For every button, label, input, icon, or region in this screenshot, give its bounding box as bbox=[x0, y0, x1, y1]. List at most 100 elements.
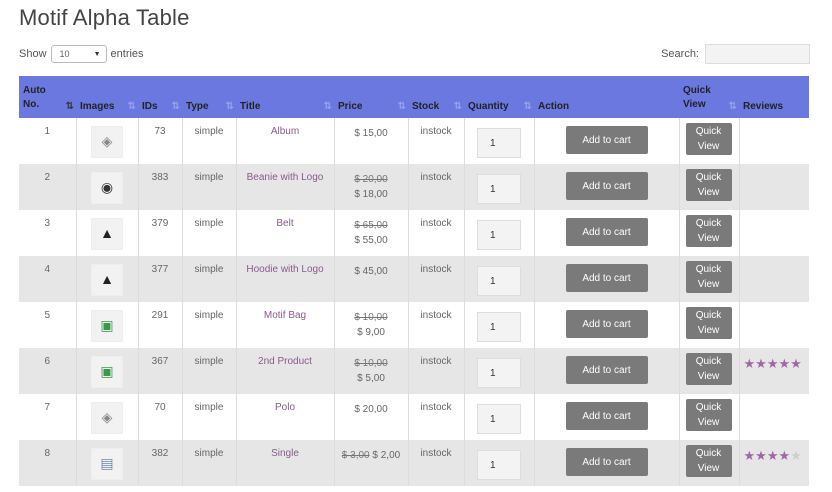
quick-view-button[interactable]: Quick View bbox=[685, 215, 732, 247]
product-thumbnail[interactable]: ▲ bbox=[91, 218, 123, 250]
add-to-cart-button[interactable]: Add to cart bbox=[565, 402, 648, 430]
cell-action: Add to cart bbox=[534, 302, 680, 348]
cell-type: simple bbox=[182, 440, 237, 486]
cell-action: Add to cart bbox=[534, 394, 680, 440]
star-icon: ★ bbox=[755, 448, 767, 463]
cell-type: simple bbox=[182, 394, 237, 440]
cell-price: $ 10,00 $ 9,00 bbox=[334, 302, 409, 348]
quick-view-button[interactable]: Quick View bbox=[685, 445, 732, 477]
table-row: 7 ◈ 70 simple Polo $ 20,00 instock 1 Add… bbox=[19, 394, 809, 440]
quantity-input[interactable]: 1 bbox=[477, 358, 521, 388]
old-price: $ 20,00 bbox=[354, 174, 388, 185]
quick-view-button[interactable]: Quick View bbox=[685, 399, 732, 431]
product-title-link[interactable]: Belt bbox=[276, 218, 293, 229]
quick-view-button[interactable]: Quick View bbox=[685, 261, 732, 293]
cell-quick-view: Quick View bbox=[679, 164, 740, 210]
col-ids[interactable]: IDs ⇅ bbox=[138, 76, 182, 118]
cell-price: $ 20,00 $ 18,00 bbox=[334, 164, 409, 210]
cell-action: Add to cart bbox=[534, 118, 680, 164]
price: $ 15,00 bbox=[354, 128, 388, 139]
product-title-link[interactable]: Hoodie with Logo bbox=[246, 264, 323, 275]
cell-auto-no: 6 bbox=[19, 348, 77, 394]
add-to-cart-button[interactable]: Add to cart bbox=[565, 448, 648, 476]
table-row: 5 ▣ 291 simple Motif Bag $ 10,00 $ 9,00 i… bbox=[19, 302, 809, 348]
product-title-link[interactable]: Single bbox=[271, 448, 299, 459]
cell-quick-view: Quick View bbox=[679, 394, 740, 440]
cell-stock: instock bbox=[408, 164, 465, 210]
quantity-input[interactable]: 1 bbox=[477, 174, 521, 204]
add-to-cart-button[interactable]: Add to cart bbox=[565, 126, 648, 154]
sort-icon: ⇅ bbox=[225, 101, 235, 112]
col-stock[interactable]: Stock ⇅ bbox=[408, 76, 464, 118]
cell-image: ◈ bbox=[76, 394, 139, 440]
cell-stock: instock bbox=[408, 394, 465, 440]
product-title-link[interactable]: Polo bbox=[275, 402, 295, 413]
cell-id: 291 bbox=[138, 302, 183, 348]
entries-select[interactable]: 10 ▼ bbox=[50, 45, 107, 63]
col-type[interactable]: Type ⇅ bbox=[182, 76, 236, 118]
cell-id: 73 bbox=[138, 118, 183, 164]
entries-value: 10 bbox=[59, 49, 70, 59]
col-auto-no[interactable]: Auto No. ⇅ bbox=[19, 76, 76, 118]
add-to-cart-button[interactable]: Add to cart bbox=[565, 218, 648, 246]
bag-icon: ▣ bbox=[100, 317, 114, 333]
quantity-input[interactable]: 1 bbox=[477, 404, 521, 434]
star-icon: ★ bbox=[766, 356, 779, 371]
product-thumbnail[interactable]: ▤ bbox=[91, 448, 123, 480]
col-quantity[interactable]: Quantity ⇅ bbox=[464, 76, 534, 118]
search-input[interactable] bbox=[705, 44, 810, 64]
cell-quantity: 1 bbox=[464, 394, 535, 440]
cell-quick-view: Quick View bbox=[679, 440, 740, 486]
quantity-input[interactable]: 1 bbox=[477, 266, 521, 296]
quantity-input[interactable]: 1 bbox=[477, 450, 521, 480]
cell-title: 2nd Product bbox=[236, 348, 335, 394]
quick-view-button[interactable]: Quick View bbox=[685, 307, 732, 339]
product-title-link[interactable]: Motif Bag bbox=[264, 310, 306, 321]
cell-action: Add to cart bbox=[534, 210, 680, 256]
quick-view-button[interactable]: Quick View bbox=[685, 353, 732, 385]
product-thumbnail[interactable]: ▣ bbox=[91, 310, 123, 342]
cell-title: Hoodie with Logo bbox=[236, 256, 335, 302]
beanie-icon: ◉ bbox=[100, 179, 114, 195]
cell-reviews bbox=[739, 256, 809, 302]
cell-image: ◉ bbox=[76, 164, 139, 210]
star-icon: ★ bbox=[743, 448, 756, 463]
cell-type: simple bbox=[182, 302, 237, 348]
quick-view-button[interactable]: Quick View bbox=[685, 123, 732, 155]
cell-auto-no: 5 bbox=[19, 302, 77, 348]
cell-reviews bbox=[739, 164, 809, 210]
col-price[interactable]: Price ⇅ bbox=[334, 76, 408, 118]
add-to-cart-button[interactable]: Add to cart bbox=[565, 264, 648, 292]
product-thumbnail[interactable]: ▲ bbox=[91, 264, 123, 296]
quantity-input[interactable]: 1 bbox=[477, 220, 521, 250]
price: $ 55,00 bbox=[354, 235, 388, 246]
cell-reviews: ★★★★★ bbox=[739, 348, 809, 394]
product-title-link[interactable]: Beanie with Logo bbox=[247, 172, 324, 183]
cell-id: 70 bbox=[138, 394, 183, 440]
cell-auto-no: 2 bbox=[19, 164, 77, 210]
add-to-cart-button[interactable]: Add to cart bbox=[565, 356, 648, 384]
cell-action: Add to cart bbox=[534, 164, 680, 210]
quantity-input[interactable]: 1 bbox=[477, 128, 521, 158]
sort-icon: ⇅ bbox=[523, 101, 533, 112]
cell-quantity: 1 bbox=[464, 164, 535, 210]
cell-id: 382 bbox=[138, 440, 183, 486]
add-to-cart-button[interactable]: Add to cart bbox=[565, 172, 648, 200]
product-title-link[interactable]: 2nd Product bbox=[258, 356, 312, 367]
product-thumbnail[interactable]: ◉ bbox=[91, 172, 123, 204]
col-title[interactable]: Title ⇅ bbox=[236, 76, 334, 118]
product-title-link[interactable]: Album bbox=[271, 126, 299, 137]
cell-reviews bbox=[739, 394, 809, 440]
cell-price: $ 15,00 bbox=[334, 118, 409, 164]
product-thumbnail[interactable]: ◈ bbox=[91, 126, 123, 158]
add-to-cart-button[interactable]: Add to cart bbox=[565, 310, 648, 338]
quick-view-button[interactable]: Quick View bbox=[685, 169, 732, 201]
product-thumbnail[interactable]: ◈ bbox=[91, 402, 123, 434]
price: $ 2,00 bbox=[372, 450, 401, 461]
cell-auto-no: 8 bbox=[19, 440, 77, 486]
product-thumbnail[interactable]: ▣ bbox=[91, 356, 123, 388]
cell-stock: instock bbox=[408, 256, 465, 302]
quantity-input[interactable]: 1 bbox=[477, 312, 521, 342]
col-quick-view[interactable]: Quick View ⇅ bbox=[679, 76, 739, 118]
col-images[interactable]: Images ⇅ bbox=[76, 76, 138, 118]
